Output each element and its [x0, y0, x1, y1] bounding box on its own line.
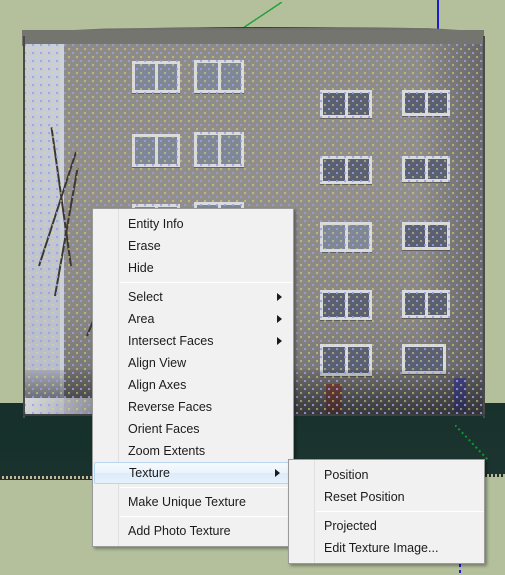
chevron-right-icon — [277, 337, 282, 345]
menu-item-label: Erase — [128, 239, 161, 253]
menu-item-erase[interactable]: Erase — [93, 235, 293, 257]
menu-item-label: Align View — [128, 356, 187, 370]
texture-window — [132, 61, 180, 93]
chevron-right-icon — [275, 469, 280, 477]
submenu-item-edit-texture-image[interactable]: Edit Texture Image... — [289, 537, 484, 559]
blue-axis-line-top — [437, 0, 439, 30]
menu-item-label: Orient Faces — [128, 422, 200, 436]
texture-submenu[interactable]: Position Reset Position Projected Edit T… — [288, 459, 485, 564]
face-context-menu[interactable]: Entity Info Erase Hide Select Area Inter… — [92, 208, 294, 547]
texture-window — [402, 156, 450, 182]
menu-item-label: Add Photo Texture — [128, 524, 231, 538]
menu-item-orient-faces[interactable]: Orient Faces — [93, 418, 293, 440]
chevron-right-icon — [277, 293, 282, 301]
menu-item-label: Entity Info — [128, 217, 184, 231]
menu-item-intersect-faces[interactable]: Intersect Faces — [93, 330, 293, 352]
texture-window — [320, 156, 372, 184]
box-right-edge — [483, 36, 485, 418]
menu-item-label: Edit Texture Image... — [324, 541, 439, 555]
menu-item-label: Reverse Faces — [128, 400, 213, 414]
menu-item-label: Projected — [324, 519, 377, 533]
texture-window — [402, 222, 450, 250]
submenu-item-reset-position[interactable]: Reset Position — [289, 486, 484, 508]
texture-window — [320, 90, 372, 118]
sketchup-viewport[interactable]: Entity Info Erase Hide Select Area Inter… — [0, 0, 505, 575]
menu-item-align-axes[interactable]: Align Axes — [93, 374, 293, 396]
submenu-item-position[interactable]: Position — [289, 464, 484, 486]
menu-item-label: Hide — [128, 261, 154, 275]
menu-item-label: Position — [324, 468, 369, 482]
menu-item-hide[interactable]: Hide — [93, 257, 293, 279]
menu-item-texture[interactable]: Texture — [94, 462, 292, 484]
menu-item-entity-info[interactable]: Entity Info — [93, 213, 293, 235]
texture-window — [194, 132, 244, 167]
texture-window — [194, 60, 244, 93]
menu-item-label: Select — [128, 290, 163, 304]
menu-item-label: Zoom Extents — [128, 444, 206, 458]
menu-item-label: Texture — [129, 466, 170, 480]
menu-separator — [120, 516, 293, 517]
menu-item-zoom-extents[interactable]: Zoom Extents — [93, 440, 293, 462]
menu-item-align-view[interactable]: Align View — [93, 352, 293, 374]
texture-window — [402, 90, 450, 116]
submenu-separator — [316, 511, 484, 512]
menu-item-add-photo-texture[interactable]: Add Photo Texture — [93, 520, 293, 542]
texture-window — [320, 222, 372, 252]
menu-item-label: Reset Position — [324, 490, 405, 504]
menu-item-label: Align Axes — [128, 378, 187, 392]
box-left-edge — [23, 36, 25, 418]
menu-item-select[interactable]: Select — [93, 286, 293, 308]
chevron-right-icon — [277, 315, 282, 323]
menu-item-reverse-faces[interactable]: Reverse Faces — [93, 396, 293, 418]
menu-item-label: Make Unique Texture — [128, 495, 246, 509]
submenu-item-projected[interactable]: Projected — [289, 515, 484, 537]
menu-separator — [120, 282, 293, 283]
menu-item-area[interactable]: Area — [93, 308, 293, 330]
menu-item-make-unique-texture[interactable]: Make Unique Texture — [93, 491, 293, 513]
texture-window — [320, 290, 372, 320]
texture-window — [132, 134, 180, 167]
menu-item-label: Intersect Faces — [128, 334, 214, 348]
menu-separator — [120, 487, 293, 488]
menu-item-label: Area — [128, 312, 155, 326]
texture-window — [402, 290, 450, 318]
